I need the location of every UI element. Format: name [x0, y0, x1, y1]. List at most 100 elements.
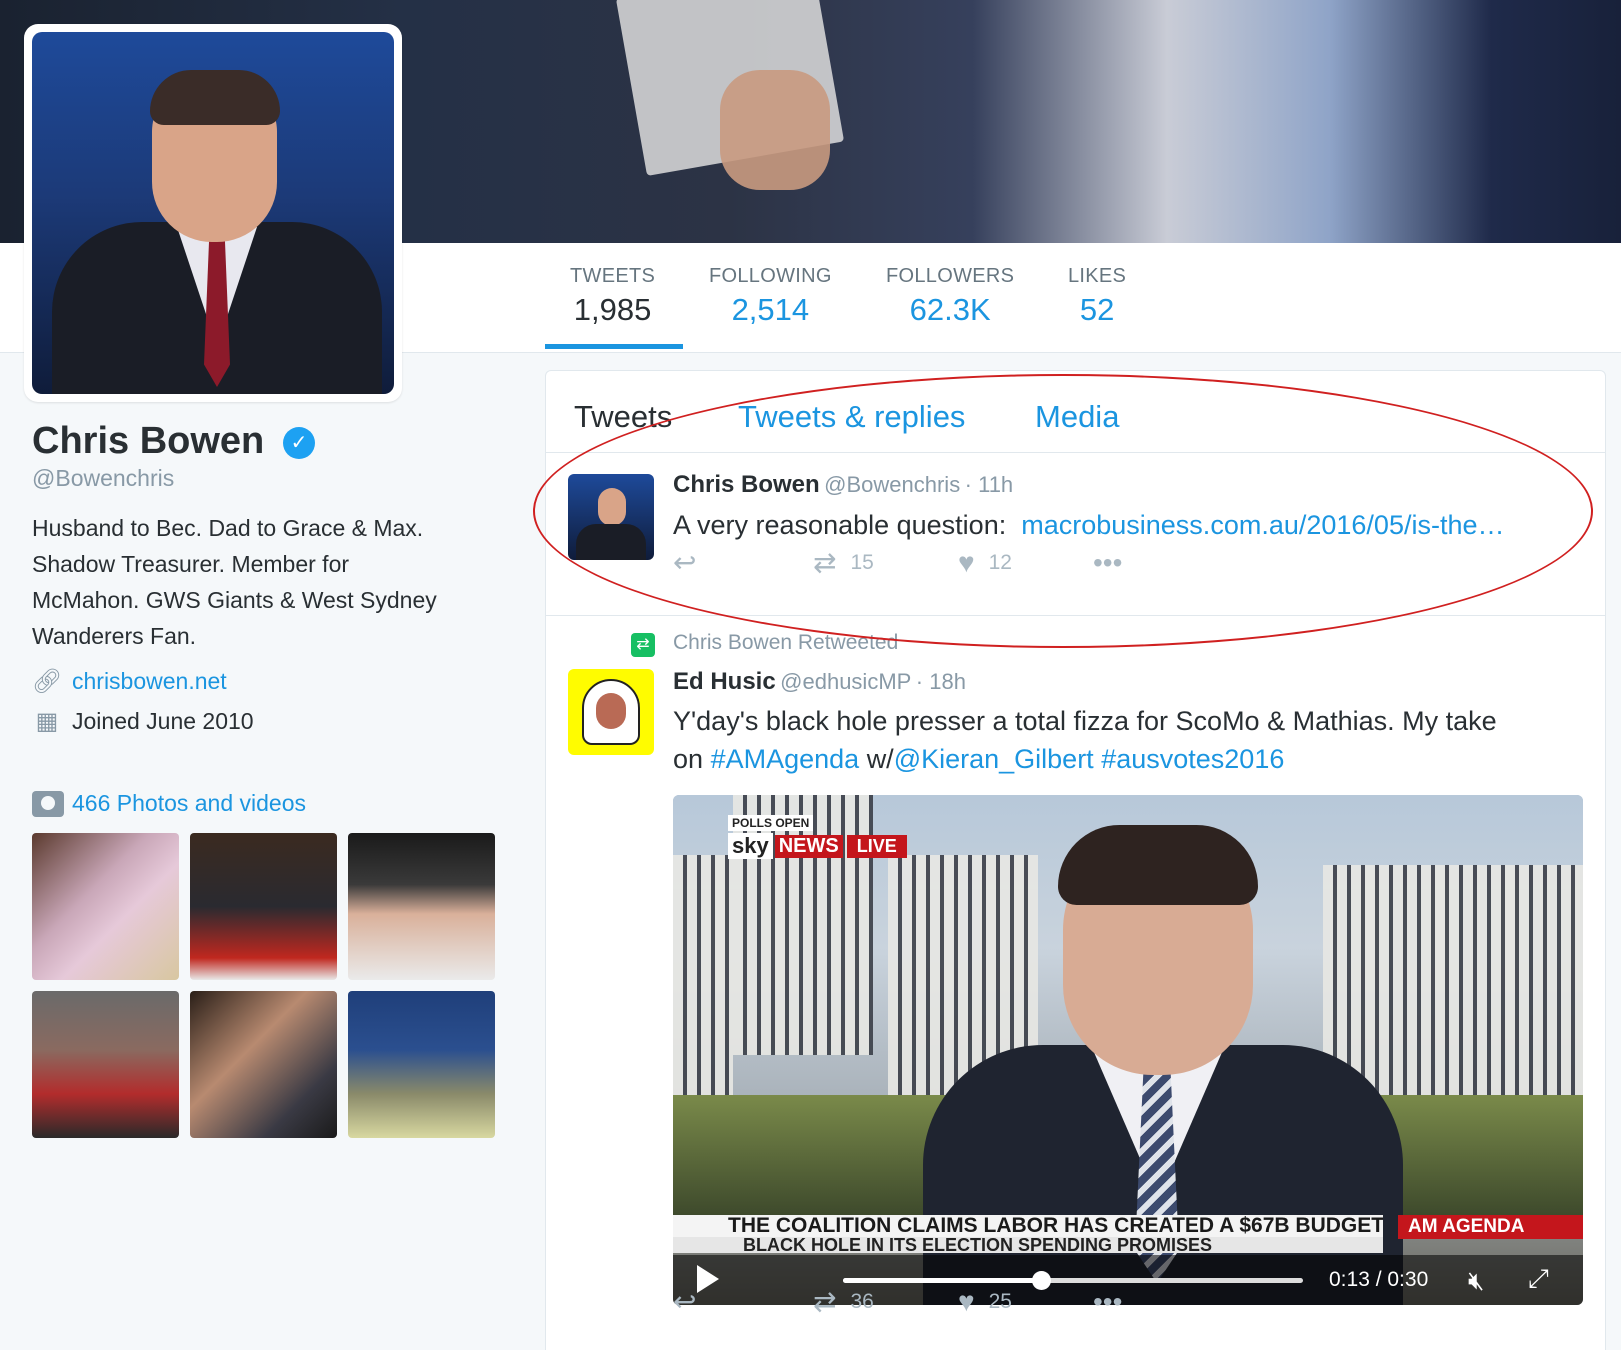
media-thumbnail[interactable]	[32, 991, 179, 1138]
anchor-hair	[1058, 825, 1258, 905]
tweet-avatar[interactable]	[568, 474, 654, 560]
tweet-timestamp[interactable]: · 18h	[916, 669, 966, 694]
video-progress-bar[interactable]	[843, 1271, 1303, 1290]
retweet-button[interactable]: ⇄ 36	[813, 1285, 958, 1318]
more-button[interactable]: •••	[1093, 547, 1136, 579]
profile-website: 🔗︎ chrisbowen.net	[32, 666, 227, 696]
reply-button[interactable]: ↩	[673, 1285, 813, 1318]
tab-tweets-replies[interactable]: Tweets & replies	[738, 399, 965, 435]
like-button[interactable]: ♥ 25	[958, 1286, 1093, 1318]
tweet-body: A very reasonable question:	[673, 510, 1007, 540]
tweet-text: Y'day's black hole presser a total fizza…	[673, 702, 1497, 778]
reply-button[interactable]: ↩	[673, 546, 813, 579]
calendar-icon: ▦	[35, 707, 59, 735]
media-thumbnail[interactable]	[32, 833, 179, 980]
fullscreen-icon[interactable]: ⤢	[1528, 1263, 1549, 1295]
profile-handle[interactable]: @Bowenchris	[32, 465, 174, 492]
reply-icon: ↩	[673, 1286, 697, 1317]
tweet-header: Chris Bowen @Bowenchris · 11h	[673, 471, 1013, 499]
media-thumbnail[interactable]	[348, 833, 495, 980]
hashtag-link[interactable]: #ausvotes2016	[1101, 744, 1284, 774]
tweet-author-name[interactable]: Chris Bowen	[673, 471, 820, 498]
stat-followers-value: 62.3K	[909, 292, 991, 327]
profile-avatar[interactable]	[24, 24, 402, 402]
avatar-face	[598, 488, 626, 526]
tweet-link[interactable]: macrobusiness.com.au/2016/05/is-the…	[1021, 510, 1504, 540]
tweet-author-handle[interactable]: @Bowenchris	[824, 472, 960, 497]
tweet-text: A very reasonable question: macrobusines…	[673, 506, 1504, 544]
tab-tweets[interactable]: Tweets	[574, 399, 672, 435]
stat-tweets-value: 1,985	[573, 292, 652, 327]
more-icon: •••	[1093, 1285, 1123, 1317]
sky-label: sky	[728, 833, 773, 859]
tweet-timestamp[interactable]: · 11h	[965, 472, 1014, 497]
like-button[interactable]: ♥ 12	[958, 547, 1093, 579]
heart-icon: ♥	[958, 546, 975, 578]
tweet-actions: ↩ ⇄ 15 ♥ 12 •••	[673, 546, 1136, 579]
like-count: 25	[988, 1289, 1012, 1313]
more-icon: •••	[1093, 546, 1123, 578]
stat-likes[interactable]: LIKES 52	[1068, 265, 1126, 328]
photos-and-videos-link[interactable]: 466 Photos and videos	[32, 790, 306, 817]
stat-tweets[interactable]: TWEETS 1,985	[570, 265, 655, 328]
hashtag-link[interactable]: #AMAgenda	[711, 744, 860, 774]
retweet-icon: ⇄	[813, 547, 837, 578]
polls-open-label: POLLS OPEN	[728, 815, 814, 831]
tweet-header: Ed Husic @edhusicMP · 18h	[673, 668, 966, 696]
stat-likes-label: LIKES	[1068, 265, 1127, 287]
avatar-face	[596, 693, 626, 729]
stat-following-value: 2,514	[731, 292, 810, 327]
stat-following[interactable]: FOLLOWING 2,514	[709, 265, 832, 328]
news-ticker-subline: BLACK HOLE IN ITS ELECTION SPENDING PROM…	[673, 1237, 1383, 1253]
tab-media[interactable]: Media	[1035, 399, 1119, 435]
stat-followers-label: FOLLOWERS	[886, 265, 1015, 287]
bio-line: Shadow Treasurer. Member for	[32, 551, 350, 577]
bio-line: Wanderers Fan.	[32, 623, 197, 649]
avatar-hair	[150, 70, 280, 125]
tweet-avatar[interactable]	[568, 669, 654, 755]
retweet-count: 36	[850, 1289, 874, 1313]
like-count: 12	[988, 550, 1012, 574]
video-time: 0:13 / 0:30	[1329, 1268, 1429, 1291]
more-button[interactable]: •••	[1093, 1286, 1136, 1318]
link-icon: 🔗︎	[31, 667, 63, 695]
stat-following-label: FOLLOWING	[709, 265, 832, 287]
heart-icon: ♥	[958, 1285, 975, 1317]
retweet-count: 15	[850, 550, 874, 574]
tweet-divider	[546, 615, 1605, 616]
reply-icon: ↩	[673, 547, 697, 578]
verified-badge-icon: ✓	[283, 427, 315, 459]
tweet-body-line: Y'day's black hole presser a total fizza…	[673, 706, 1497, 736]
retweet-icon: ⇄	[813, 1286, 837, 1317]
retweet-button[interactable]: ⇄ 15	[813, 546, 958, 579]
media-thumbnail[interactable]	[348, 991, 495, 1138]
tweet-word: w/	[866, 744, 894, 774]
program-badge: AM AGENDA	[1398, 1215, 1583, 1239]
tweet-author-name[interactable]: Ed Husic	[673, 668, 776, 695]
media-thumbnail[interactable]	[190, 833, 337, 980]
profile-name[interactable]: Chris Bowen	[32, 420, 264, 463]
website-link[interactable]: chrisbowen.net	[72, 668, 227, 695]
stat-followers[interactable]: FOLLOWERS 62.3K	[886, 265, 1014, 328]
timeline-tabs: Tweets Tweets & replies Media	[546, 371, 1605, 453]
avatar-suit	[576, 524, 646, 560]
tweet-actions: ↩ ⇄ 36 ♥ 25 •••	[673, 1285, 1136, 1318]
media-thumbnail[interactable]	[190, 991, 337, 1138]
news-label: NEWS	[774, 834, 843, 858]
timeline: Tweets Tweets & replies Media Chris Bowe…	[545, 370, 1606, 1350]
video-player[interactable]: POLLS OPEN sky NEWS LIVE THE COALITION C…	[673, 795, 1583, 1305]
avatar-photo	[32, 32, 394, 394]
tweet-word: on	[673, 744, 704, 774]
tweet-body-line: on #AMAgenda w/@Kieran_Gilbert #ausvotes…	[673, 740, 1497, 778]
photos-label: 466 Photos and videos	[72, 790, 307, 816]
video-progress-fill	[843, 1278, 1041, 1283]
bio-line: McMahon. GWS Giants & West Sydney	[32, 587, 437, 613]
live-badge: LIVE	[846, 834, 907, 858]
mention-link[interactable]: @Kieran_Gilbert	[894, 744, 1094, 774]
mute-icon[interactable]: 🔇︎	[1468, 1265, 1484, 1297]
stat-tweets-label: TWEETS	[570, 265, 656, 287]
joined-date: Joined June 2010	[72, 707, 254, 734]
tweet-author-handle[interactable]: @edhusicMP	[780, 669, 911, 694]
retweeted-by[interactable]: Chris Bowen Retweeted	[673, 631, 898, 655]
bio-line: Husband to Bec. Dad to Grace & Max.	[32, 515, 424, 541]
